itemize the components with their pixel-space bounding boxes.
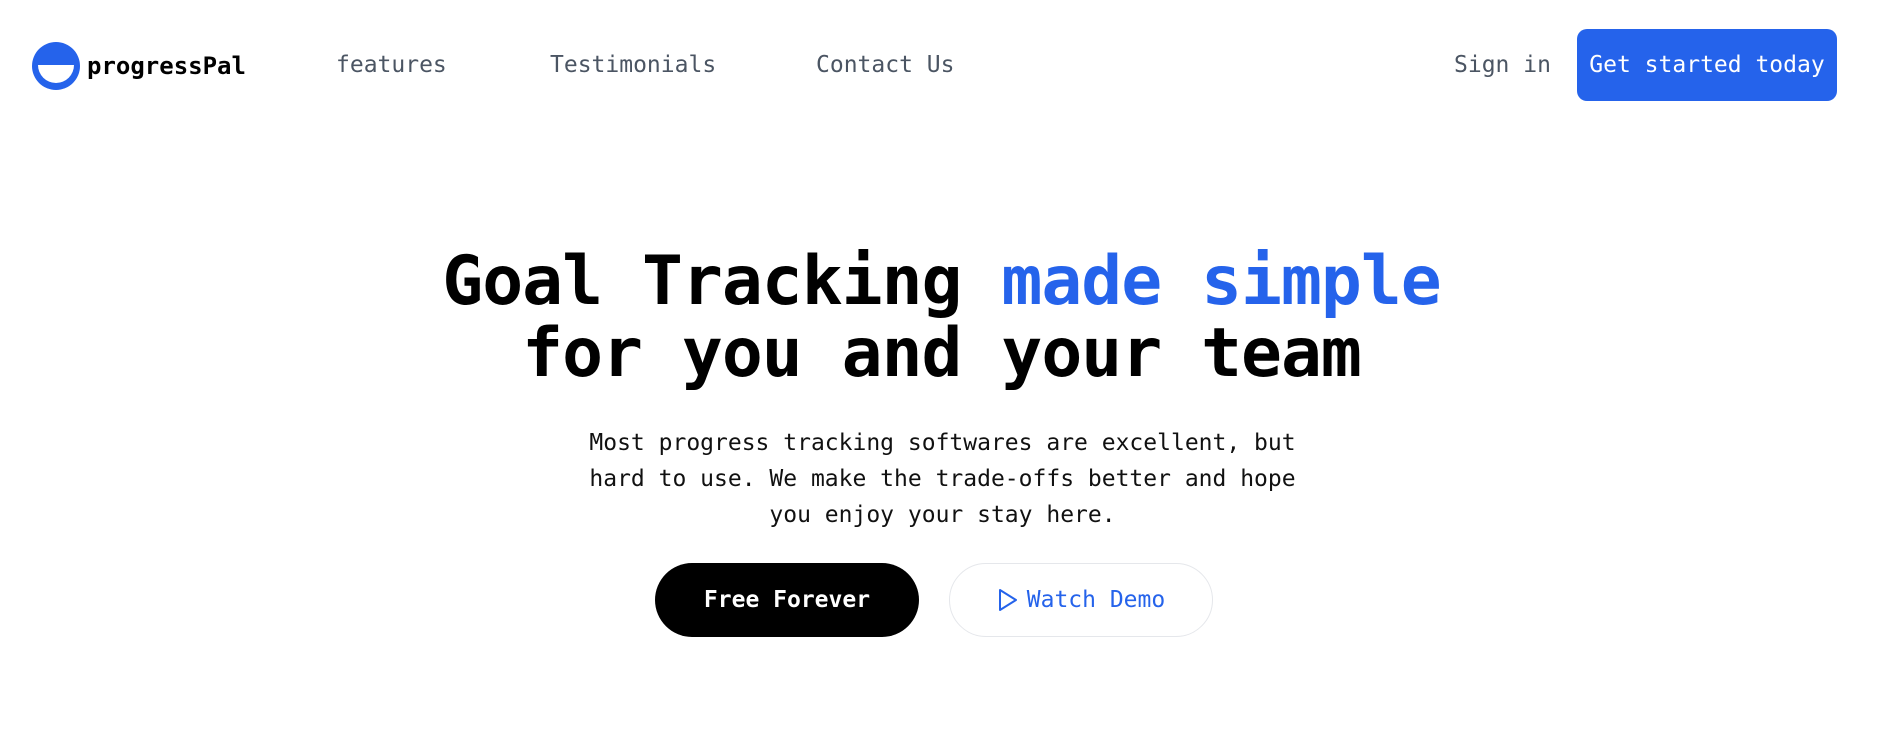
- free-forever-button[interactable]: Free Forever: [655, 563, 919, 637]
- brand-name: progressPal: [87, 52, 246, 80]
- watch-demo-button[interactable]: Watch Demo: [949, 563, 1213, 637]
- hero-subtitle: Most progress tracking softwares are exc…: [589, 430, 1296, 528]
- brand-logo-link[interactable]: progressPal: [31, 41, 246, 91]
- nav-features-link[interactable]: features: [336, 50, 447, 80]
- hero-title-part2: for you and your team: [522, 314, 1362, 393]
- watch-demo-label: Watch Demo: [1026, 587, 1166, 613]
- hero-title: Goal Tracking made simple for you and yo…: [0, 246, 1883, 390]
- get-started-button[interactable]: Get started today: [1577, 29, 1837, 101]
- nav-testimonials-link[interactable]: Testimonials: [550, 50, 716, 80]
- landing-page: progressPal features Testimonials Contac…: [0, 0, 1900, 754]
- smile-circle-icon: [32, 42, 80, 90]
- hero-title-accent: made simple: [1001, 242, 1441, 321]
- hero-title-part1: Goal Tracking: [442, 242, 1002, 321]
- nav-contact-link[interactable]: Contact Us: [816, 50, 954, 80]
- sign-in-link[interactable]: Sign in: [1454, 50, 1551, 80]
- site-header: progressPal features Testimonials Contac…: [0, 0, 1900, 130]
- play-icon: [998, 589, 1017, 611]
